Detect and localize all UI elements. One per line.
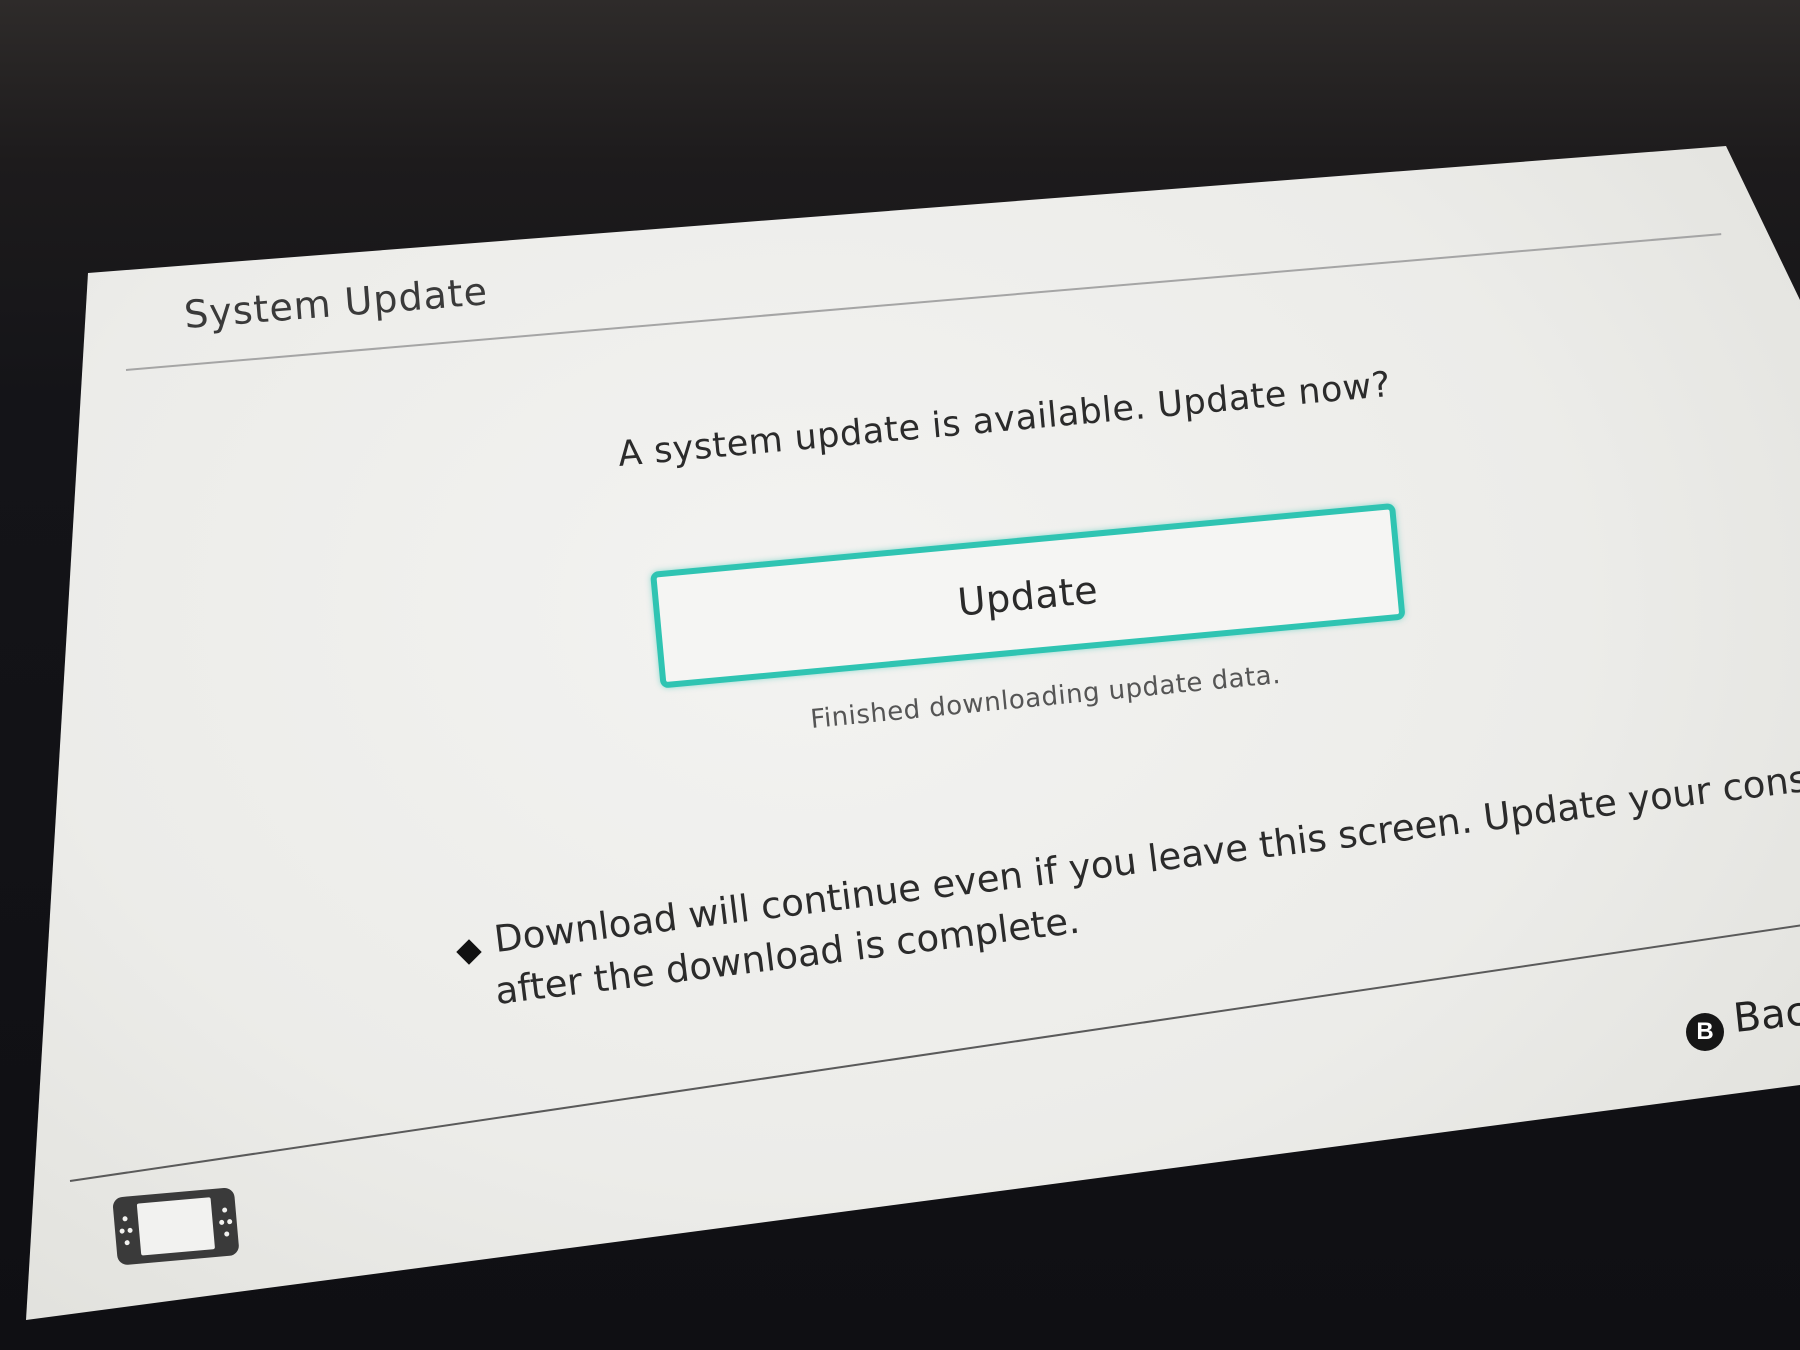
update-button-label: Update [955,567,1100,625]
handheld-console-icon [113,1188,239,1265]
download-status-text: Finished downloading update data. [809,659,1283,735]
back-button[interactable]: Back [1731,986,1800,1042]
bullet-diamond-icon [456,939,482,965]
update-question: A system update is available. Update now… [616,364,1393,475]
b-button-icon: B [1686,1013,1724,1051]
page-title: System Update [182,269,490,337]
update-button[interactable]: Update [650,502,1406,689]
note-text-line1: Download will continue even if you leave… [491,750,1800,961]
